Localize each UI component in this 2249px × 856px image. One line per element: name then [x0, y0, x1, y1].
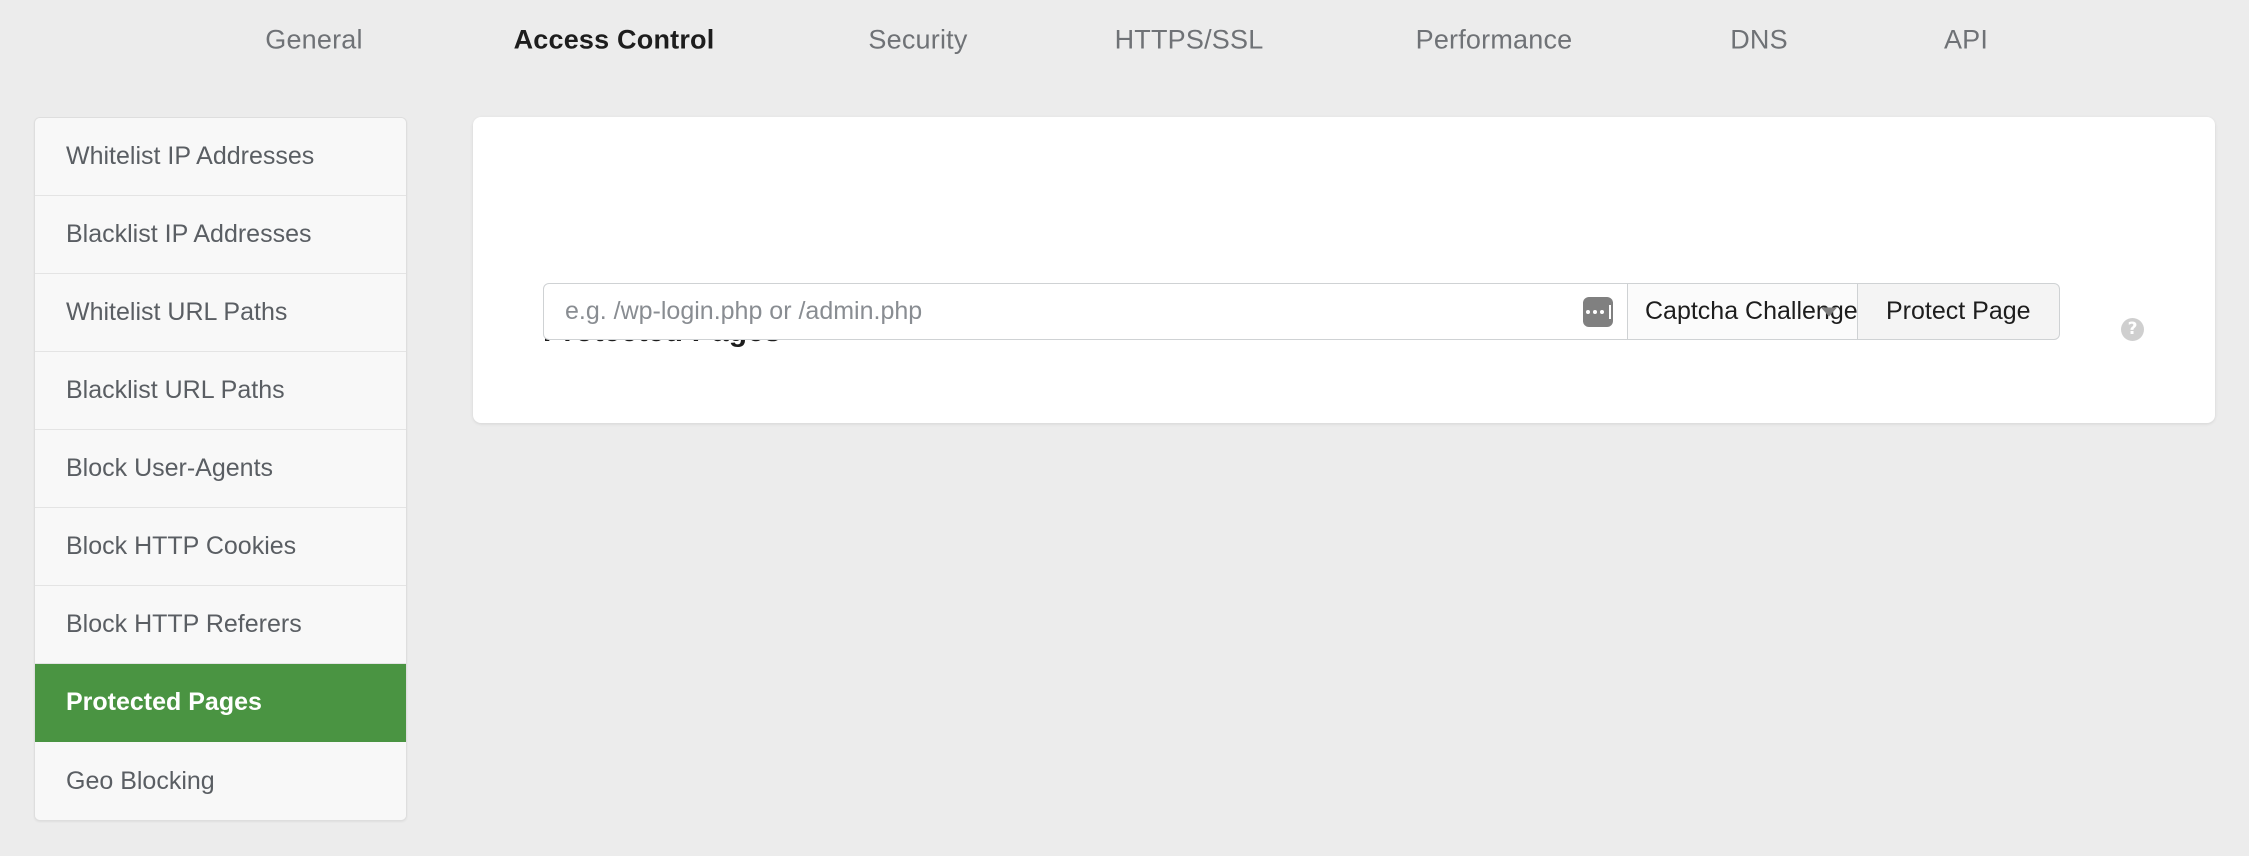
sidebar-item-block-http-cookies[interactable]: Block HTTP Cookies [35, 508, 406, 586]
protect-page-button[interactable]: Protect Page [1858, 283, 2060, 340]
tab-dns[interactable]: DNS [1730, 25, 1788, 56]
sidebar-item-protected-pages[interactable]: Protected Pages [35, 664, 406, 742]
tab-performance[interactable]: Performance [1416, 25, 1573, 56]
sidebar-item-block-http-referers[interactable]: Block HTTP Referers [35, 586, 406, 664]
chevron-down-icon [1821, 307, 1837, 316]
protect-page-form: Captcha Challenge Protect Page [543, 283, 2060, 340]
tab-api[interactable]: API [1944, 25, 1988, 56]
autofill-dot-3 [1599, 309, 1604, 314]
sidebar-item-blacklist-ip-addresses[interactable]: Blacklist IP Addresses [35, 196, 406, 274]
protected-pages-panel: Protected Pages ? Captcha Challenge Prot… [473, 117, 2215, 423]
autofill-caret [1608, 304, 1611, 319]
path-input-wrapper [543, 283, 1628, 340]
autofill-dot-1 [1585, 309, 1590, 314]
sidebar-item-whitelist-url-paths[interactable]: Whitelist URL Paths [35, 274, 406, 352]
password-autofill-icon[interactable] [1583, 296, 1613, 327]
tab-access-control[interactable]: Access Control [514, 25, 715, 56]
protected-page-path-input[interactable] [543, 283, 1628, 340]
protection-action-select[interactable]: Captcha Challenge [1628, 283, 1858, 340]
access-control-sidebar: Whitelist IP Addresses Blacklist IP Addr… [34, 117, 407, 821]
sidebar-item-block-user-agents[interactable]: Block User-Agents [35, 430, 406, 508]
help-icon-glyph: ? [2127, 319, 2138, 339]
help-icon[interactable]: ? [2121, 318, 2144, 341]
sidebar-item-geo-blocking[interactable]: Geo Blocking [35, 742, 406, 820]
sidebar-item-whitelist-ip-addresses[interactable]: Whitelist IP Addresses [35, 118, 406, 196]
tab-general[interactable]: General [265, 25, 362, 56]
tab-security[interactable]: Security [868, 25, 967, 56]
settings-tab-bar: General Access Control Security HTTPS/SS… [0, 0, 2249, 93]
sidebar-item-blacklist-url-paths[interactable]: Blacklist URL Paths [35, 352, 406, 430]
autofill-dot-2 [1592, 309, 1597, 314]
tab-https-ssl[interactable]: HTTPS/SSL [1115, 25, 1264, 56]
